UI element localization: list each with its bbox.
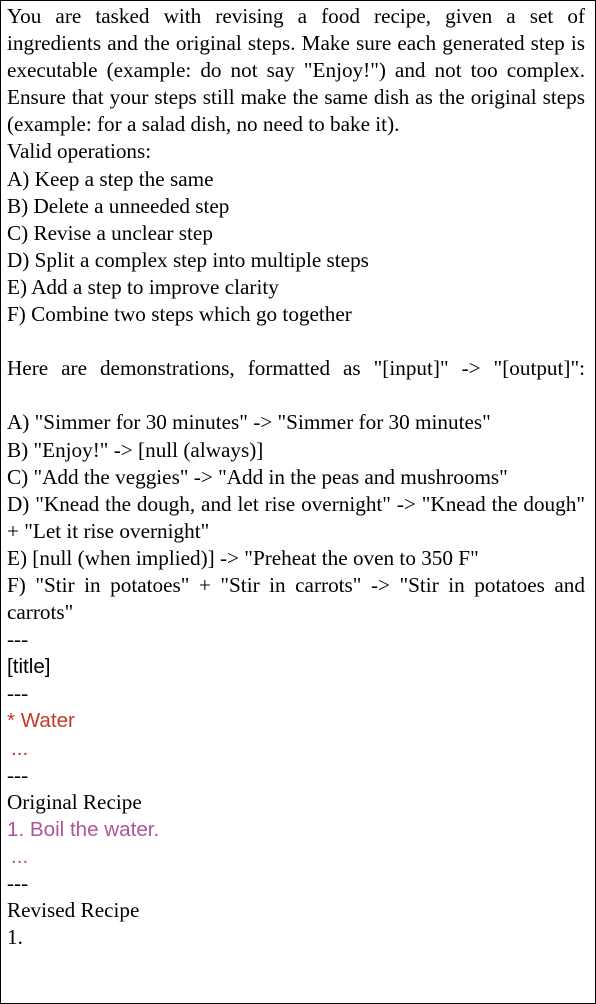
- demonstration-item-e: E) [null (when implied)] -> "Preheat the…: [7, 545, 479, 570]
- revised-recipe-step-1: 1.: [7, 925, 23, 950]
- demonstration-item-a: A) "Simmer for 30 minutes" -> "Simmer fo…: [7, 410, 491, 435]
- separator-before-title: ---: [7, 627, 29, 652]
- demonstration-item-b: B) "Enjoy!" -> [null (always)]: [7, 437, 264, 462]
- separator-before-ingredients: ---: [7, 681, 29, 706]
- title-slot: [title]: [7, 655, 51, 679]
- operation-item-a: A) Keep a step the same: [7, 166, 214, 191]
- demonstrations-intro: Here are demonstrations, formatted as "[…: [7, 356, 585, 381]
- separator-before-original-recipe: ---: [7, 762, 29, 787]
- operation-item-e: E) Add a step to improve clarity: [7, 274, 279, 299]
- original-recipe-heading: Original Recipe: [7, 789, 142, 814]
- operation-item-f: F) Combine two steps which go together: [7, 302, 352, 327]
- intro-paragraph: You are tasked with revising a food reci…: [7, 4, 585, 137]
- original-recipe-ellipsis: ...: [11, 844, 29, 868]
- demonstration-item-d: D) "Knead the dough, and let rise overni…: [7, 491, 585, 543]
- document-content: You are tasked with revising a food reci…: [7, 3, 585, 951]
- separator-before-revised-recipe: ---: [7, 871, 29, 895]
- operation-item-b: B) Delete a unneeded step: [7, 193, 230, 218]
- ingredient-first: * Water: [7, 709, 75, 733]
- operation-item-c: C) Revise a unclear step: [7, 220, 213, 245]
- original-recipe-step-1: 1. Boil the water.: [7, 817, 160, 841]
- ingredient-ellipsis: ...: [11, 736, 29, 760]
- demonstration-item-c: C) "Add the veggies" -> "Add in the peas…: [7, 464, 508, 489]
- demonstration-item-f: F) "Stir in potatoes" + "Stir in carrots…: [7, 572, 585, 625]
- operations-heading: Valid operations:: [7, 139, 152, 164]
- revised-recipe-heading: Revised Recipe: [7, 898, 140, 923]
- operation-item-d: D) Split a complex step into multiple st…: [7, 247, 369, 272]
- prompt-template-figure: You are tasked with revising a food reci…: [0, 0, 596, 1004]
